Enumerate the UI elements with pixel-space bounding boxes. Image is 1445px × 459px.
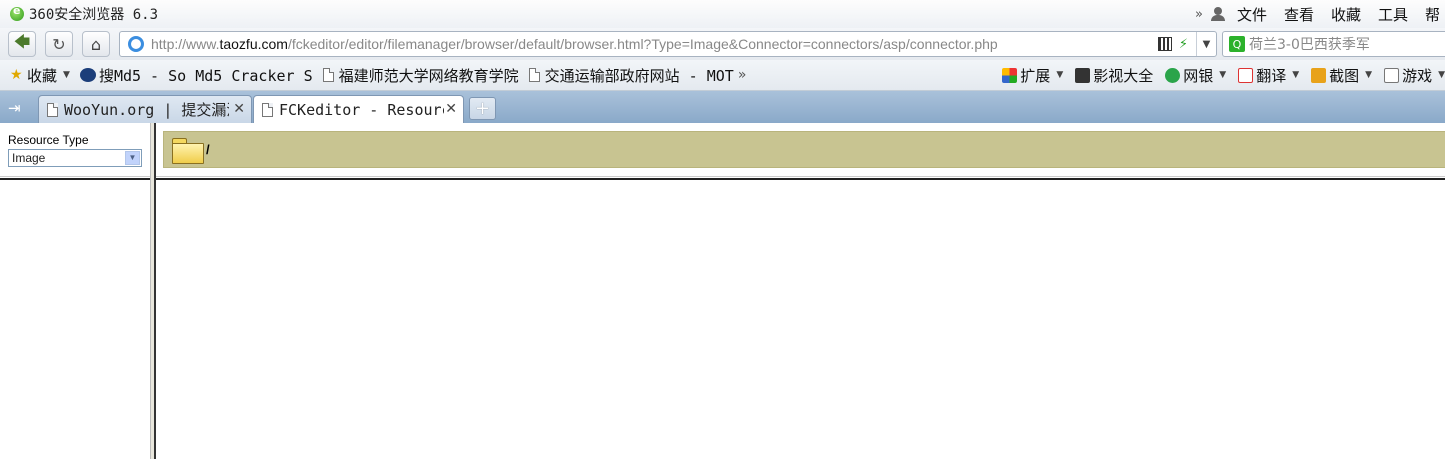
caret-down-icon: ▼	[1056, 70, 1064, 80]
url-host: taozfu.com	[219, 36, 288, 52]
arrow-left-icon: 🡄	[13, 31, 31, 51]
bank-button[interactable]: 网银 ▼	[1165, 65, 1226, 86]
divider	[156, 176, 1445, 180]
divider	[0, 176, 150, 180]
chevron-down-icon: ▼	[1202, 38, 1211, 50]
back-button[interactable]: 🡄	[8, 31, 36, 57]
favorites-menu[interactable]: ★ 收藏 ▼	[0, 65, 70, 86]
bookmark-label: 搜Md5 - So Md5 Cracker S	[98, 66, 313, 85]
frame-splitter[interactable]	[150, 123, 156, 459]
menu-more-icon[interactable]: »	[1195, 7, 1203, 22]
translate-icon	[1238, 67, 1254, 83]
bookmark-md5[interactable]: 搜Md5 - So Md5 Cracker S	[79, 65, 313, 86]
extensions-icon	[1002, 67, 1018, 83]
resource-type-value: Image	[12, 151, 46, 165]
chevron-down-icon[interactable]: ▼	[125, 151, 140, 165]
menu-tools[interactable]: 工具	[1378, 4, 1408, 25]
video-label: 影视大全	[1093, 66, 1154, 85]
close-icon[interactable]: ✕	[445, 101, 457, 117]
page-icon	[528, 68, 540, 82]
address-tools: ⚡ ▼	[1157, 32, 1216, 56]
resource-type-label: Resource Type	[8, 133, 89, 147]
bookmark-label: 福建师范大学网络教育学院	[338, 66, 519, 85]
games-label: 游戏	[1402, 66, 1433, 85]
menu-bar: » 文件 查看 收藏 工具 帮	[1195, 0, 1445, 28]
bank-label: 网银	[1183, 66, 1214, 85]
screenshot-button[interactable]: 截图 ▼	[1311, 65, 1372, 86]
page-security-icon	[128, 36, 144, 52]
extensions-button[interactable]: 扩展 ▼	[1002, 65, 1063, 86]
refresh-icon: ↻	[52, 34, 66, 54]
bookmarks-bar: ★ 收藏 ▼ 搜Md5 - So Md5 Cracker S 福建师范大学网络教…	[0, 60, 1445, 91]
translate-label: 翻译	[1256, 66, 1287, 85]
sidebar-toggle-icon[interactable]: ⇥	[8, 99, 26, 117]
gamepad-icon	[1384, 67, 1400, 83]
address-dropdown-button[interactable]: ▼	[1196, 32, 1216, 56]
speed-mode-icon[interactable]: ⚡	[1179, 37, 1188, 52]
menu-view[interactable]: 查看	[1284, 4, 1314, 25]
search-input[interactable]: Q 荷兰3-0巴西获季军	[1222, 31, 1445, 57]
caret-down-icon: ▼	[1292, 70, 1300, 80]
md5-site-icon	[79, 68, 96, 82]
extensions-label: 扩展	[1020, 66, 1051, 85]
tab-title: WooYun.org | 提交漏洞	[64, 101, 229, 119]
page-content: Resource Type Image ▼ /	[0, 123, 1445, 459]
search-placeholder: 荷兰3-0巴西获季军	[1249, 37, 1370, 53]
url-prefix: http://www.	[151, 36, 220, 52]
scissors-icon	[1311, 67, 1327, 83]
page-icon	[47, 102, 58, 117]
tab-strip: ⇥ WooYun.org | 提交漏洞 ✕ FCKeditor - Resour…	[0, 91, 1445, 123]
new-tab-button[interactable]: +	[469, 97, 496, 120]
resource-type-select[interactable]: Image ▼	[8, 149, 142, 167]
url-path: /fckeditor/editor/filemanager/browser/de…	[287, 36, 998, 52]
user-account-icon[interactable]	[1210, 7, 1225, 21]
caret-down-icon: ▼	[1219, 70, 1227, 80]
bookmark-label: 交通运输部政府网站 - MOT	[544, 66, 734, 85]
title-bar: 360安全浏览器 6.3 » 文件 查看 收藏 工具 帮	[0, 0, 1445, 28]
menu-favorites[interactable]: 收藏	[1331, 4, 1361, 25]
bank-shield-icon	[1165, 67, 1181, 83]
page-icon	[322, 68, 334, 82]
games-button[interactable]: 游戏 ▼	[1384, 65, 1445, 86]
home-button[interactable]: ⌂	[82, 31, 110, 57]
home-icon: ⌂	[90, 34, 102, 54]
current-folder-path: /	[206, 142, 210, 157]
page-icon	[262, 102, 273, 117]
menu-file[interactable]: 文件	[1237, 4, 1267, 25]
address-input[interactable]: http://www.taozfu.com/fckeditor/editor/f…	[119, 31, 1217, 57]
tab-title: FCKeditor - Resource	[279, 100, 444, 119]
navigation-bar: 🡄 ↻ ⌂ http://www.taozfu.com/fckeditor/ed…	[0, 28, 1445, 60]
bookmarks-more-icon[interactable]: »	[738, 67, 747, 83]
close-icon[interactable]: ✕	[233, 101, 245, 117]
screenshot-label: 截图	[1329, 66, 1360, 85]
favorites-label: 收藏	[27, 66, 58, 85]
bookmark-mot[interactable]: 交通运输部政府网站 - MOT »	[528, 65, 747, 86]
video-icon	[1075, 67, 1091, 83]
resource-type-pane: Resource Type Image ▼	[0, 123, 150, 459]
bookmark-fjnu[interactable]: 福建师范大学网络教育学院	[322, 65, 519, 86]
video-button[interactable]: 影视大全	[1075, 65, 1153, 86]
window-title: 360安全浏览器 6.3	[29, 7, 159, 23]
folder-icon[interactable]	[172, 137, 204, 164]
qr-code-icon[interactable]	[1157, 37, 1172, 51]
browser-logo-icon	[10, 4, 24, 21]
caret-down-icon: ▼	[1365, 70, 1373, 80]
address-url[interactable]: http://www.taozfu.com/fckeditor/editor/f…	[151, 36, 998, 52]
star-icon: ★	[10, 67, 23, 83]
current-folder-bar: /	[163, 131, 1445, 168]
tab-wooyun[interactable]: WooYun.org | 提交漏洞 ✕	[38, 95, 252, 123]
caret-down-icon: ▼	[1438, 70, 1445, 80]
toolbar-tools: 扩展 ▼ 影视大全 网银 ▼ 翻译 ▼ 截图 ▼ 游戏 ▼	[990, 60, 1445, 90]
translate-button[interactable]: 翻译 ▼	[1238, 65, 1299, 86]
caret-down-icon: ▼	[63, 70, 70, 80]
tab-fckeditor[interactable]: FCKeditor - Resource ✕	[253, 95, 464, 123]
refresh-button[interactable]: ↻	[45, 31, 73, 57]
search-engine-icon[interactable]: Q	[1229, 36, 1245, 52]
menu-help[interactable]: 帮	[1425, 4, 1445, 25]
